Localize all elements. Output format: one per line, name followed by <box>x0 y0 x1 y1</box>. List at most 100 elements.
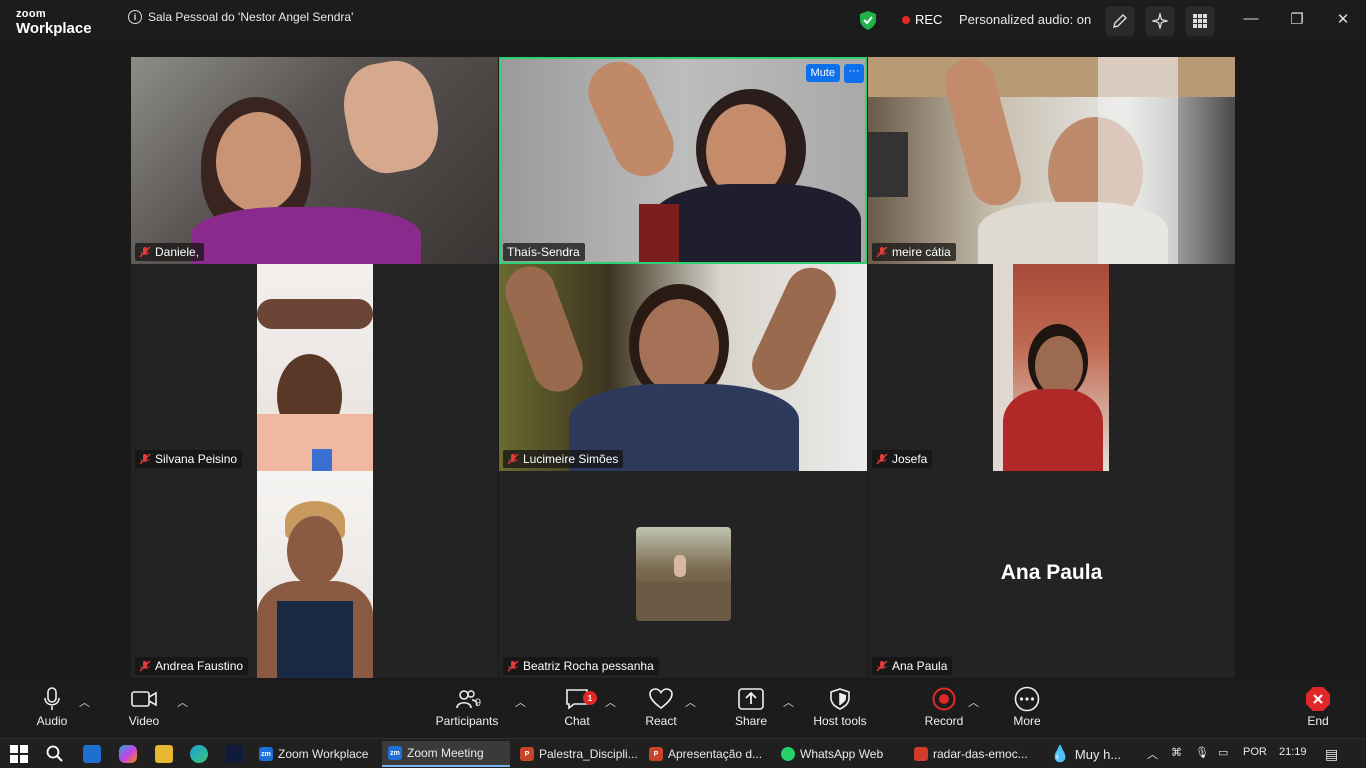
close-icon[interactable]: ✕ <box>1331 10 1355 28</box>
end-meeting-button[interactable]: End <box>1278 686 1358 728</box>
participant-more-button[interactable]: ··· <box>844 64 864 83</box>
taskbar-app-zoom-meeting[interactable]: zm Zoom Meeting <box>382 741 510 767</box>
minimize-icon[interactable]: — <box>1239 10 1263 27</box>
network-icon[interactable]: ⌘ <box>1171 746 1182 759</box>
record-dot-icon <box>902 15 910 24</box>
video-tile-josefa[interactable]: Josefa <box>868 264 1235 471</box>
chat-label: Chat <box>564 714 590 728</box>
end-label: End <box>1307 714 1329 728</box>
mic-muted-icon <box>139 453 151 465</box>
restore-icon[interactable]: ❐ <box>1285 10 1309 28</box>
zoom-app-icon: zm <box>388 746 402 760</box>
participant-name: Ana Paula <box>892 659 948 673</box>
taskbar-weather-widget[interactable]: 💧 Muy h... <box>1044 741 1127 767</box>
record-options-chevron-icon[interactable]: ︿ <box>968 694 979 710</box>
copilot-icon[interactable] <box>119 745 137 763</box>
participant-name: Silvana Peisino <box>155 452 238 466</box>
annotate-pencil-icon[interactable] <box>1105 6 1135 36</box>
video-tile-beatriz-rocha-pessanha[interactable]: Beatriz Rocha pessanha <box>499 471 867 678</box>
battery-icon[interactable]: ▭ <box>1218 746 1228 759</box>
participant-name-tag: Thaís-Sendra <box>503 243 585 261</box>
recording-indicator[interactable]: REC <box>902 12 942 27</box>
share-options-chevron-icon[interactable]: ︿ <box>783 694 794 710</box>
react-options-chevron-icon[interactable]: ︿ <box>685 694 696 710</box>
brand-large: Workplace <box>16 20 92 37</box>
video-tile-silvana-peisino[interactable]: Silvana Peisino <box>131 264 498 471</box>
mute-participant-button[interactable]: Mute <box>805 64 840 82</box>
taskbar-app-radar-das-emocoes[interactable]: radar-das-emoc... <box>908 741 1034 767</box>
participants-icon <box>427 686 507 712</box>
end-close-icon <box>1278 686 1358 712</box>
more-dots-icon <box>987 686 1067 712</box>
share-button[interactable]: Share <box>711 686 791 728</box>
share-screen-icon <box>711 686 791 712</box>
participant-name-tag: Silvana Peisino <box>135 450 243 468</box>
mic-muted-icon <box>139 246 151 258</box>
participants-options-chevron-icon[interactable]: ︿ <box>515 694 526 710</box>
outlook-icon[interactable] <box>83 745 101 763</box>
video-tile-lucimeire-simoes[interactable]: Lucimeire Simões <box>499 264 867 471</box>
mic-muted-icon <box>139 660 151 672</box>
audio-options-chevron-icon[interactable]: ︿ <box>79 694 90 710</box>
microphone-tray-icon[interactable]: 🎙 <box>1195 746 1209 759</box>
taskbar-app-powerpoint-palestra[interactable]: P Palestra_Discipli... <box>514 741 644 767</box>
participant-name-tag: Lucimeire Simões <box>503 450 624 468</box>
windows-start-icon[interactable] <box>10 745 28 763</box>
taskbar-app-apresentacao[interactable]: P Apresentação d... <box>643 741 768 767</box>
participant-name-tag: meire cátia <box>872 243 956 261</box>
participant-name-tag: Josefa <box>872 450 933 468</box>
taskbar-app-label: Zoom Workplace <box>278 747 369 761</box>
mic-muted-icon <box>876 246 888 258</box>
security-shield-icon[interactable] <box>860 11 876 35</box>
view-grid-icon[interactable] <box>1185 6 1215 36</box>
taskbar-app-zoom-workplace[interactable]: zm Zoom Workplace <box>253 741 374 767</box>
video-tile-meire-catia[interactable]: meire cátia <box>868 57 1235 264</box>
rec-label: REC <box>915 12 943 27</box>
participant-video <box>501 59 865 262</box>
zoom-logo: zoom Workplace <box>16 9 92 37</box>
more-button[interactable]: More <box>987 686 1067 728</box>
host-tools-label: Host tools <box>813 714 867 728</box>
clock-time[interactable]: 21:19 <box>1279 746 1307 758</box>
meeting-info[interactable]: i Sala Pessoal do 'Nestor Angel Sendra' <box>128 10 353 24</box>
presentation-pdf-icon: P <box>649 747 663 761</box>
taskbar-app-label: Zoom Meeting <box>407 746 484 760</box>
edge-browser-icon[interactable] <box>190 745 208 763</box>
taskbar-app-whatsapp-web[interactable]: WhatsApp Web <box>775 741 889 767</box>
video-tile-thais-sendra[interactable]: Mute ··· Thaís-Sendra <box>499 57 867 264</box>
file-explorer-icon[interactable] <box>155 745 173 763</box>
notifications-icon[interactable]: ▤ <box>1325 746 1338 763</box>
meeting-info-text: Sala Pessoal do 'Nestor Angel Sendra' <box>148 10 354 24</box>
participant-name-tag: Ana Paula <box>872 657 953 675</box>
video-tile-andrea-faustino[interactable]: Andrea Faustino <box>131 471 498 678</box>
mic-muted-icon <box>507 453 519 465</box>
ai-companion-sparkle-icon[interactable] <box>1145 6 1175 36</box>
video-tile-daniele[interactable]: Daniele, <box>131 57 498 264</box>
host-tools-shield-icon <box>800 686 880 712</box>
participant-video <box>993 264 1109 471</box>
participant-display-name: Ana Paula <box>1000 561 1103 584</box>
search-icon[interactable] <box>46 745 64 763</box>
record-label: Record <box>924 714 964 728</box>
disney-app-icon[interactable] <box>225 745 243 763</box>
participant-video <box>257 264 373 471</box>
chat-options-chevron-icon[interactable]: ︿ <box>605 694 616 710</box>
audio-label: Audio <box>36 714 68 728</box>
taskbar-app-label: Apresentação d... <box>668 747 763 761</box>
video-camera-icon <box>104 686 184 712</box>
participants-button[interactable]: 9 Participants <box>427 686 507 728</box>
personalized-audio-status[interactable]: Personalized audio: on <box>959 12 1091 27</box>
pdf-document-icon <box>914 747 928 761</box>
tray-overflow-chevron-icon[interactable]: ︿ <box>1147 746 1158 762</box>
host-tools-button[interactable]: Host tools <box>800 686 880 728</box>
water-drop-icon: 💧 <box>1050 746 1070 763</box>
participant-video <box>131 57 498 264</box>
video-tile-ana-paula[interactable]: Ana Paula Ana Paula <box>868 471 1235 678</box>
input-language[interactable]: POR <box>1243 746 1267 758</box>
video-button[interactable]: Video <box>104 686 184 728</box>
react-label: React <box>645 714 677 728</box>
participant-name-tag: Beatriz Rocha pessanha <box>503 657 659 675</box>
participant-name: Josefa <box>892 452 928 466</box>
taskbar-app-label: Muy h... <box>1074 746 1122 762</box>
video-options-chevron-icon[interactable]: ︿ <box>177 694 188 710</box>
